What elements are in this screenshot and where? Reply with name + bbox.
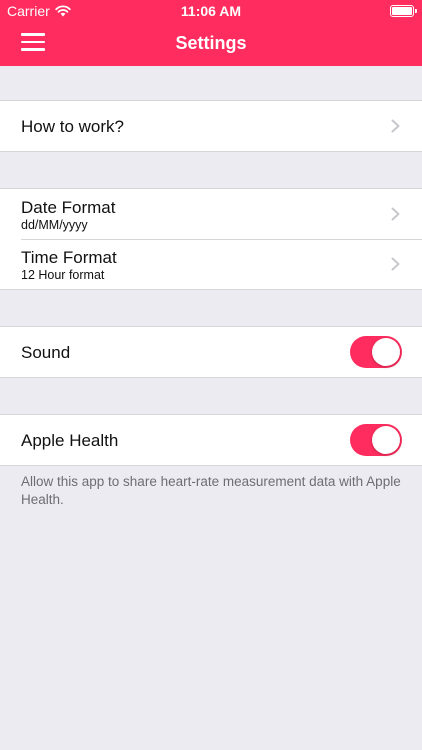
- status-time: 11:06 AM: [180, 3, 242, 19]
- apple-health-toggle[interactable]: [350, 424, 402, 456]
- apple-health-footnote: Allow this app to share heart-rate measu…: [21, 474, 401, 507]
- sound-group: Sound: [0, 326, 422, 378]
- time-format-row[interactable]: Time Format 12 Hour format: [0, 239, 422, 289]
- help-group: How to work?: [0, 100, 422, 152]
- toggle-knob: [372, 338, 400, 366]
- sound-row: Sound: [0, 327, 422, 377]
- formats-group: Date Format dd/MM/yyyy Time Format 12 Ho…: [0, 188, 422, 290]
- toggle-knob: [372, 426, 400, 454]
- chevron-right-icon: [391, 207, 400, 221]
- battery-icon: [390, 5, 417, 17]
- date-format-label: Date Format: [21, 198, 116, 217]
- apple-health-row: Apple Health: [0, 415, 422, 465]
- health-group: Apple Health: [0, 414, 422, 466]
- sound-toggle[interactable]: [350, 336, 402, 368]
- chevron-right-icon: [391, 119, 400, 133]
- time-format-value: 12 Hour format: [21, 268, 105, 282]
- date-format-value: dd/MM/yyyy: [21, 218, 88, 232]
- nav-bar: Carrier 11:06 AM Settings: [0, 0, 422, 66]
- sound-label: Sound: [21, 343, 71, 362]
- apple-health-label: Apple Health: [21, 431, 119, 450]
- date-format-row[interactable]: Date Format dd/MM/yyyy: [0, 189, 422, 239]
- page-title: Settings: [175, 33, 247, 53]
- time-format-label: Time Format: [21, 248, 117, 267]
- status-bar: Carrier 11:06 AM: [0, 0, 422, 22]
- how-to-work-row[interactable]: How to work?: [0, 101, 422, 151]
- how-to-work-label: How to work?: [21, 117, 124, 136]
- chevron-right-icon: [391, 257, 400, 271]
